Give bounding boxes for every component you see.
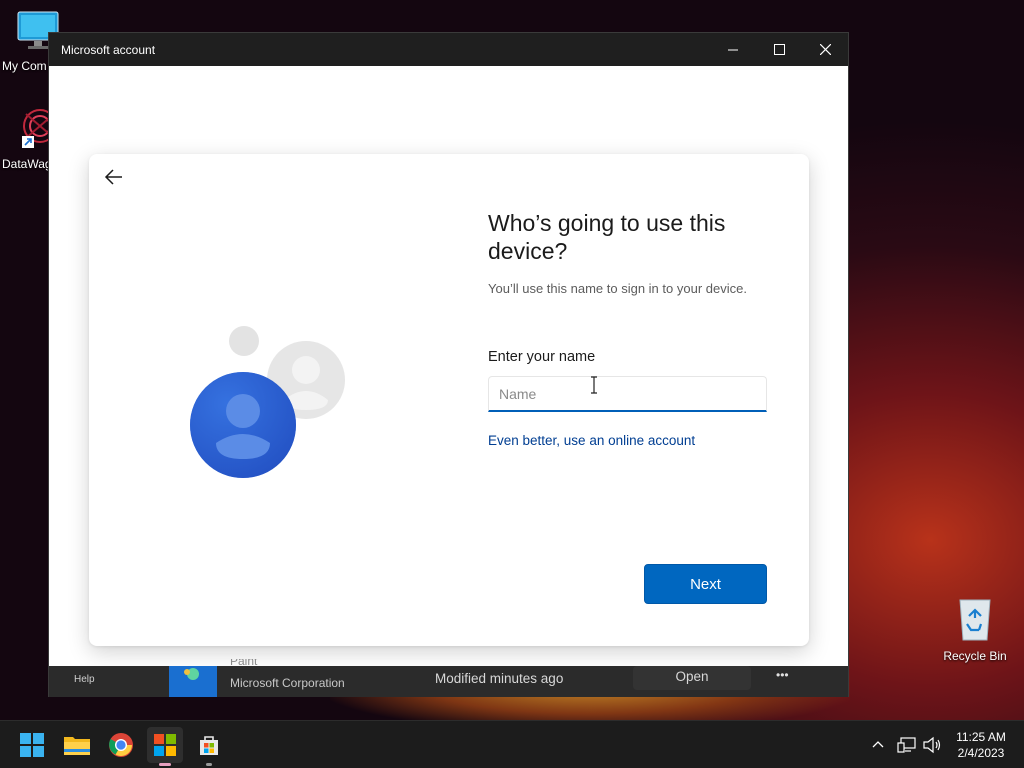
dialog-subtext: You’ll use this name to sign in to your … <box>488 281 747 296</box>
clock[interactable]: 11:25 AM 2/4/2023 <box>948 729 1014 761</box>
microsoft-account-window: Microsoft account Who’s going to use thi… <box>48 32 849 697</box>
store-bag-icon <box>200 736 218 755</box>
name-input[interactable] <box>488 376 767 412</box>
volume-button[interactable] <box>922 721 942 768</box>
desktop-icon-recycle-bin[interactable]: Recycle Bin <box>935 596 1015 663</box>
close-button[interactable] <box>802 33 848 66</box>
microsoft-logo-icon <box>154 734 176 756</box>
user-accounts-illustration <box>189 324 389 504</box>
window-client-area: Who’s going to use this device? You’ll u… <box>49 66 848 666</box>
microsoft-app-button[interactable] <box>147 727 183 766</box>
setup-dialog-card: Who’s going to use this device? You’ll u… <box>89 154 809 646</box>
maximize-button[interactable] <box>756 33 802 66</box>
network-icon <box>897 737 916 753</box>
name-field-label: Enter your name <box>488 349 596 365</box>
next-button[interactable]: Next <box>644 564 767 604</box>
desktop-icon-label: Recycle Bin <box>943 649 1007 663</box>
speaker-icon <box>923 736 941 754</box>
app-publisher: Microsoft Corporation <box>230 676 345 690</box>
running-app-indicator <box>206 763 212 766</box>
close-icon <box>819 44 831 55</box>
taskbar: 11:25 AM 2/4/2023 <box>0 720 1024 768</box>
show-hidden-icons-button[interactable] <box>870 721 886 768</box>
store-button[interactable] <box>191 727 227 766</box>
window-titlebar[interactable]: Microsoft account <box>49 33 848 66</box>
active-app-indicator <box>159 763 171 766</box>
window-title: Microsoft account <box>61 42 156 57</box>
file-explorer-button[interactable] <box>59 727 95 763</box>
modified-text: Modified minutes ago <box>435 671 564 686</box>
minimize-icon <box>728 49 738 50</box>
back-button[interactable] <box>103 166 127 190</box>
minimize-button[interactable] <box>710 33 756 66</box>
dialog-heading: Who’s going to use this device? <box>488 210 726 264</box>
background-app-strip: Help Paint Microsoft Corporation Modifie… <box>49 659 848 697</box>
maximize-icon <box>773 44 785 55</box>
online-account-link[interactable]: Even better, use an online account <box>488 433 695 448</box>
help-link[interactable]: Help <box>74 674 95 685</box>
clock-date: 2/4/2023 <box>957 746 1005 760</box>
chevron-up-icon <box>872 741 884 748</box>
back-arrow-icon <box>104 169 122 185</box>
text-cursor-icon <box>589 376 599 399</box>
network-button[interactable] <box>897 721 917 768</box>
open-button[interactable]: Open <box>633 666 751 690</box>
recycle-bin-icon <box>935 596 1015 645</box>
windows-logo-icon <box>20 733 44 757</box>
start-button[interactable] <box>14 727 50 763</box>
more-options-button[interactable]: ••• <box>776 668 789 682</box>
app-name: Paint <box>230 659 258 668</box>
chrome-icon <box>109 733 133 757</box>
folder-icon <box>64 737 90 755</box>
clock-time: 11:25 AM <box>956 730 1006 744</box>
paint-app-icon <box>169 666 217 697</box>
chrome-button[interactable] <box>103 727 139 763</box>
